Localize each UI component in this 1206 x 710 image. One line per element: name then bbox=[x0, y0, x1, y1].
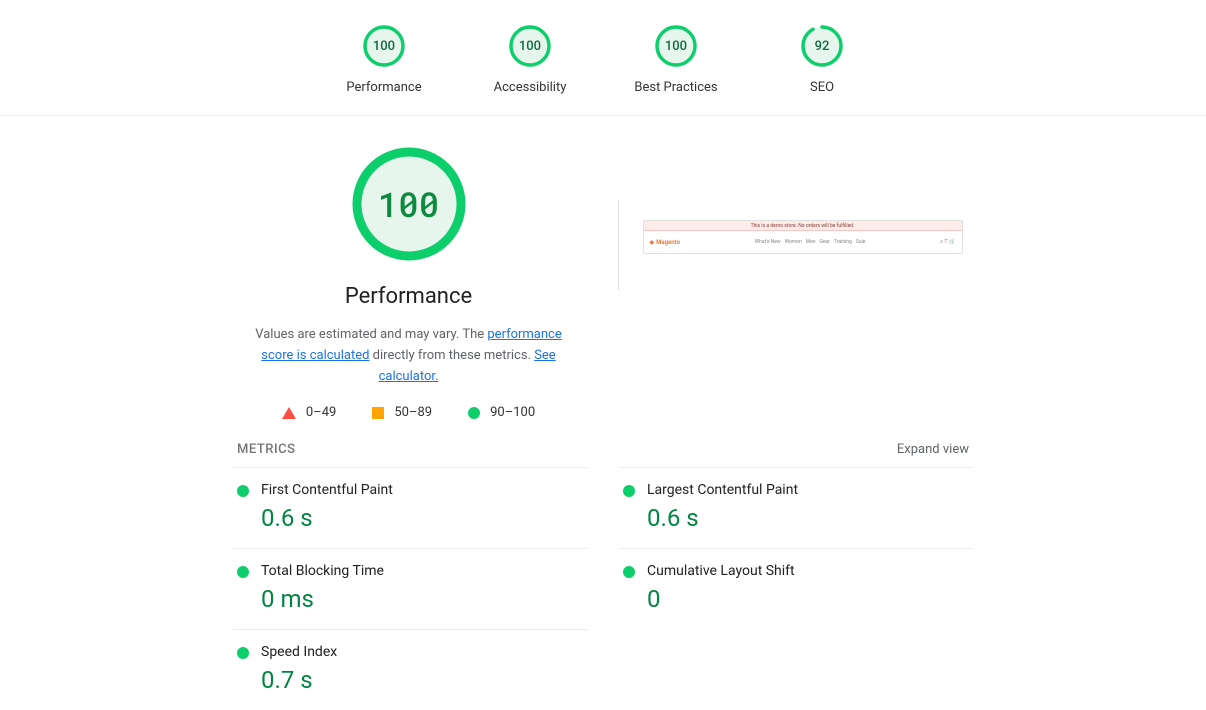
gauge-ring-icon: 92 bbox=[800, 24, 844, 68]
gauge-score: 92 bbox=[800, 24, 844, 68]
thumb-menu: What's New Women Men Gear Training Sale bbox=[755, 239, 866, 245]
big-gauge-score: 100 bbox=[349, 144, 469, 264]
expand-view-toggle[interactable]: Expand view bbox=[897, 442, 969, 457]
metrics-grid: First Contentful Paint 0.6 s Largest Con… bbox=[233, 467, 973, 710]
magento-logo-icon: ◆ Magento bbox=[650, 239, 680, 246]
status-pass-icon bbox=[237, 566, 249, 578]
legend-avg-label: 50–89 bbox=[394, 405, 432, 420]
gauge-label: Accessibility bbox=[494, 80, 567, 95]
metric-name: Total Blocking Time bbox=[261, 563, 583, 579]
gauge-label: Performance bbox=[346, 80, 421, 95]
gauge-label: Best Practices bbox=[634, 80, 717, 95]
metric-name: Largest Contentful Paint bbox=[647, 482, 969, 498]
metric-lcp[interactable]: Largest Contentful Paint 0.6 s bbox=[619, 467, 973, 548]
legend-fail-label: 0–49 bbox=[306, 405, 336, 420]
metric-tbt[interactable]: Total Blocking Time 0 ms bbox=[233, 548, 587, 629]
gauge-label: SEO bbox=[810, 80, 834, 95]
score-legend: 0–49 50–89 90–100 bbox=[282, 405, 535, 420]
disclaimer-prefix: Values are estimated and may vary. The bbox=[255, 327, 487, 342]
triangle-icon bbox=[282, 407, 296, 419]
thumb-menu-item: Women bbox=[785, 239, 802, 245]
legend-fail: 0–49 bbox=[282, 405, 336, 420]
gauge-ring-icon: 100 bbox=[654, 24, 698, 68]
thumb-icons: ⌕ ♡ 🛒 bbox=[940, 239, 955, 245]
gauge-score: 100 bbox=[362, 24, 406, 68]
gauge-ring-icon: 100 bbox=[362, 24, 406, 68]
thumb-nav: ◆ Magento What's New Women Men Gear Trai… bbox=[644, 231, 962, 253]
metric-value: 0 bbox=[647, 585, 969, 613]
thumb-banner: This is a demo store. No orders will be … bbox=[644, 221, 962, 231]
legend-pass-label: 90–100 bbox=[490, 405, 535, 420]
gauge-seo[interactable]: 92 SEO bbox=[777, 24, 867, 95]
metrics-heading: METRICS bbox=[237, 442, 295, 457]
screenshot-thumbnail-area: This is a demo store. No orders will be … bbox=[643, 144, 983, 420]
gauge-ring-icon: 100 bbox=[508, 24, 552, 68]
circle-icon bbox=[468, 407, 480, 419]
metric-value: 0.7 s bbox=[261, 666, 583, 694]
square-icon bbox=[372, 407, 384, 419]
gauge-best-practices[interactable]: 100 Best Practices bbox=[631, 24, 721, 95]
legend-average: 50–89 bbox=[372, 405, 432, 420]
status-pass-icon bbox=[623, 485, 635, 497]
metric-name: First Contentful Paint bbox=[261, 482, 583, 498]
metric-value: 0.6 s bbox=[647, 504, 969, 532]
metric-name: Speed Index bbox=[261, 644, 583, 660]
status-pass-icon bbox=[237, 485, 249, 497]
gauge-accessibility[interactable]: 100 Accessibility bbox=[485, 24, 575, 95]
status-pass-icon bbox=[623, 566, 635, 578]
metric-fcp[interactable]: First Contentful Paint 0.6 s bbox=[233, 467, 587, 548]
vertical-divider bbox=[618, 200, 619, 290]
thumb-menu-item: Men bbox=[806, 239, 816, 245]
gauge-score: 100 bbox=[654, 24, 698, 68]
metric-name: Cumulative Layout Shift bbox=[647, 563, 969, 579]
top-gauges-row: 100 Performance 100 Accessibility 100 Be… bbox=[0, 0, 1206, 116]
legend-pass: 90–100 bbox=[468, 405, 535, 420]
thumb-menu-item: Training bbox=[834, 239, 852, 245]
metric-value: 0.6 s bbox=[261, 504, 583, 532]
metrics-section: METRICS Expand view First Contentful Pai… bbox=[233, 442, 973, 710]
big-gauge-icon: 100 bbox=[349, 144, 469, 264]
thumb-menu-item: What's New bbox=[755, 239, 781, 245]
metric-cls[interactable]: Cumulative Layout Shift 0 bbox=[619, 548, 973, 629]
disclaimer-mid: directly from these metrics. bbox=[369, 348, 534, 363]
thumb-menu-item: Sale bbox=[856, 239, 866, 245]
thumb-menu-item: Gear bbox=[820, 239, 830, 245]
gauge-score: 100 bbox=[508, 24, 552, 68]
metrics-header: METRICS Expand view bbox=[233, 442, 973, 467]
status-pass-icon bbox=[237, 647, 249, 659]
disclaimer-text: Values are estimated and may vary. The p… bbox=[239, 325, 579, 387]
metric-value: 0 ms bbox=[261, 585, 583, 613]
performance-summary: 100 Performance Values are estimated and… bbox=[224, 144, 594, 420]
page-screenshot-thumbnail[interactable]: This is a demo store. No orders will be … bbox=[643, 220, 963, 254]
gauge-performance[interactable]: 100 Performance bbox=[339, 24, 429, 95]
section-title: Performance bbox=[345, 284, 472, 309]
metric-si[interactable]: Speed Index 0.7 s bbox=[233, 629, 587, 710]
performance-section: 100 Performance Values are estimated and… bbox=[0, 116, 1206, 420]
thumb-logo-text: Magento bbox=[656, 239, 680, 246]
